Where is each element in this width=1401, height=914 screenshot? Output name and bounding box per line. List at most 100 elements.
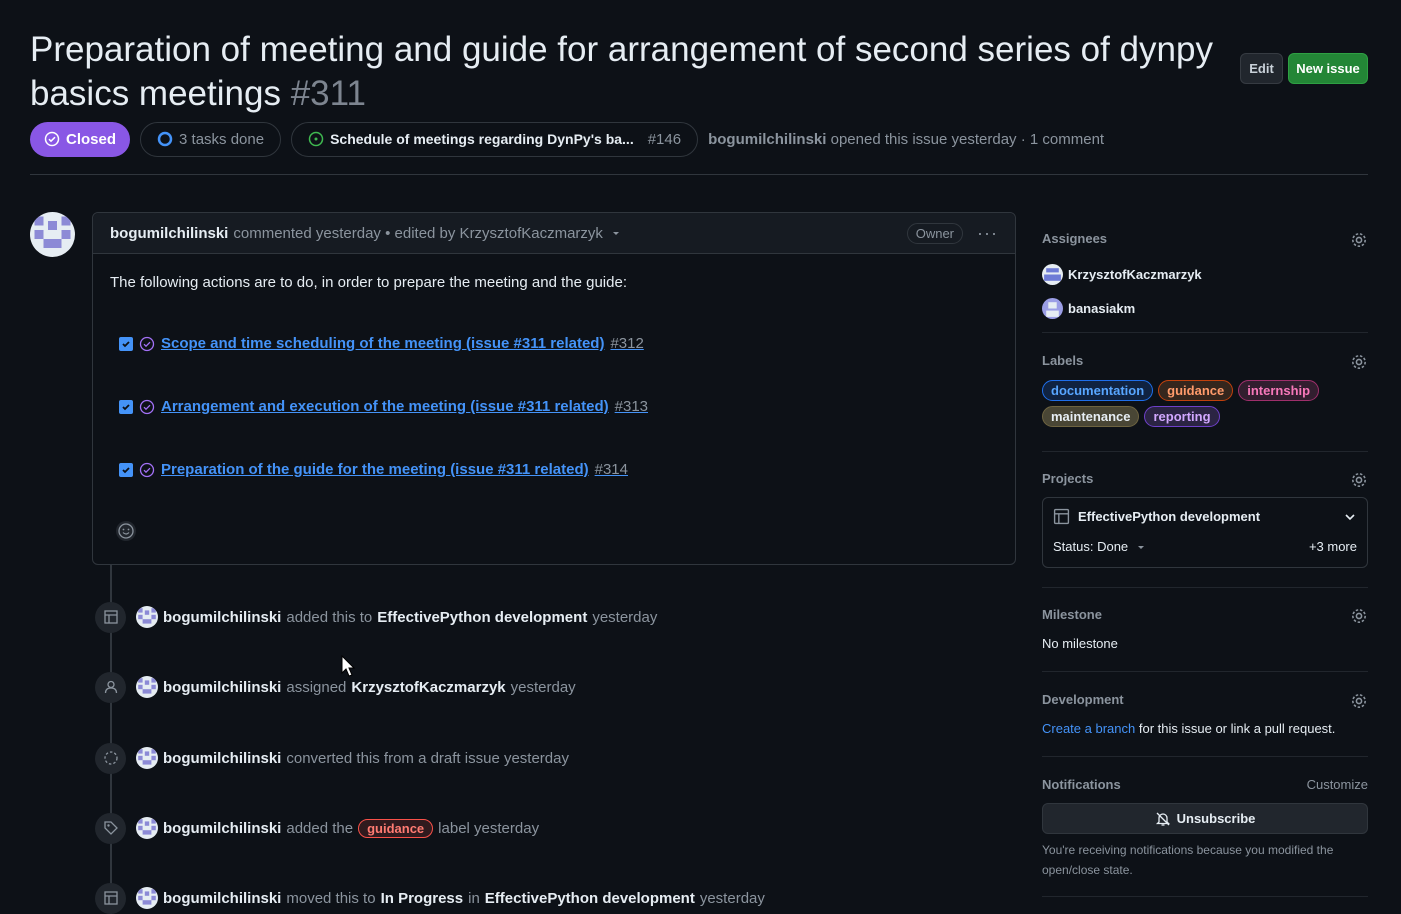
timeline-event: bogumilchilinski converted this from a d… [95, 742, 574, 774]
timeline-event: bogumilchilinski added the guidance labe… [95, 812, 539, 844]
development-text: Create a branch for this issue or link a… [1042, 721, 1336, 736]
owner-badge: Owner [906, 222, 964, 244]
progress-icon [157, 131, 173, 147]
gear-icon[interactable] [1350, 353, 1368, 371]
gear-icon[interactable] [1350, 471, 1368, 489]
milestone-title: Milestone [1042, 607, 1102, 622]
table-icon [1053, 508, 1070, 525]
task-item: Scope and time scheduling of the meeting… [119, 335, 644, 352]
timeline-event: bogumilchilinski added this to Effective… [95, 601, 657, 633]
project-status[interactable]: Status: Done [1053, 539, 1128, 554]
tag-icon [95, 812, 126, 844]
closed-issue-icon [139, 336, 155, 351]
milestone-value: No milestone [1042, 636, 1118, 651]
comment-header: bogumilchilinski commented yesterday • e… [93, 213, 1015, 254]
comment-author[interactable]: bogumilchilinski [110, 225, 228, 242]
task-checkbox[interactable] [119, 336, 133, 351]
labels-section: Labels documentation guidance internship… [1042, 353, 1368, 427]
task-checkbox[interactable] [119, 399, 133, 414]
author-avatar[interactable] [30, 212, 75, 257]
project-row[interactable]: EffectivePython development [1053, 508, 1357, 525]
task-link[interactable]: Arrangement and execution of the meeting… [161, 398, 609, 415]
label-internship[interactable]: internship [1238, 380, 1320, 401]
task-link[interactable]: Preparation of the guide for the meeting… [161, 461, 589, 478]
new-issue-button[interactable]: New issue [1288, 53, 1368, 84]
state-badge: Closed [30, 121, 131, 157]
gear-icon[interactable] [1350, 692, 1368, 710]
customize-link[interactable]: Customize [1307, 777, 1368, 792]
label-maintenance[interactable]: maintenance [1042, 406, 1140, 427]
caret-down-icon[interactable] [1136, 542, 1146, 552]
event-user[interactable]: bogumilchilinski [163, 750, 281, 767]
person-icon [95, 671, 126, 703]
event-assignee-link[interactable]: KrzysztofKaczmarzyk [351, 679, 505, 696]
event-user[interactable]: bogumilchilinski [163, 679, 281, 696]
development-section: Development Create a branch for this iss… [1042, 692, 1368, 736]
development-title: Development [1042, 692, 1124, 707]
avatar [1042, 298, 1063, 319]
unsubscribe-button[interactable]: Unsubscribe [1042, 803, 1368, 834]
projects-title: Projects [1042, 471, 1094, 486]
avatar[interactable] [136, 817, 158, 839]
label-guidance[interactable]: guidance [358, 818, 434, 838]
edit-button[interactable]: Edit [1240, 53, 1283, 84]
divider [1042, 587, 1368, 588]
avatar[interactable] [136, 887, 158, 909]
chevron-down-icon[interactable] [1343, 510, 1357, 524]
mouse-cursor-icon [341, 655, 355, 677]
task-item: Preparation of the guide for the meeting… [119, 461, 628, 478]
label-guidance[interactable]: guidance [1158, 380, 1234, 401]
assignees-section: Assignees KrzysztofKaczmarzyk banasiakm [1042, 231, 1368, 319]
closed-issue-icon [139, 462, 155, 477]
parent-issue-pill[interactable]: Schedule of meetings regarding DynPy's b… [291, 121, 699, 157]
author-link[interactable]: bogumilchilinski [708, 131, 826, 148]
projects-section: Projects EffectivePython development Sta… [1042, 471, 1368, 568]
notification-note: You're receiving notifications because y… [1042, 843, 1334, 877]
task-checkbox[interactable] [119, 462, 133, 477]
smiley-icon[interactable] [115, 520, 137, 542]
event-project-link[interactable]: EffectivePython development [377, 609, 587, 626]
project-more[interactable]: +3 more [1309, 539, 1357, 554]
divider [1042, 451, 1368, 452]
divider [1042, 896, 1368, 897]
tasks-pill[interactable]: 3 tasks done [140, 121, 282, 157]
avatar[interactable] [136, 606, 158, 628]
timeline-event: bogumilchilinski moved this to In Progre… [95, 882, 765, 914]
issue-number: #311 [290, 74, 366, 113]
event-project-link[interactable]: EffectivePython development [485, 890, 695, 907]
assignee-item[interactable]: banasiakm [1042, 298, 1368, 319]
gear-icon[interactable] [1350, 607, 1368, 625]
avatar[interactable] [136, 747, 158, 769]
dashed-circle-icon [95, 742, 126, 774]
open-issue-icon [308, 131, 324, 147]
bell-slash-icon [1155, 812, 1170, 826]
closed-issue-icon [139, 399, 155, 414]
event-user[interactable]: bogumilchilinski [163, 609, 281, 626]
task-item: Arrangement and execution of the meeting… [119, 398, 648, 415]
label-reporting[interactable]: reporting [1144, 406, 1220, 427]
task-link[interactable]: Scope and time scheduling of the meeting… [161, 335, 604, 352]
create-branch-link[interactable]: Create a branch [1042, 721, 1135, 736]
project-card: EffectivePython development Status: Done… [1042, 497, 1368, 568]
labels-title: Labels [1042, 353, 1084, 368]
caret-down-icon[interactable] [611, 228, 621, 238]
assignees-title: Assignees [1042, 231, 1108, 246]
label-documentation[interactable]: documentation [1042, 380, 1154, 401]
assignee-item[interactable]: KrzysztofKaczmarzyk [1042, 264, 1368, 285]
gear-icon[interactable] [1350, 231, 1368, 249]
table-icon [95, 601, 126, 633]
header-divider [30, 174, 1368, 175]
event-user[interactable]: bogumilchilinski [163, 890, 281, 907]
divider [1042, 671, 1368, 672]
event-user[interactable]: bogumilchilinski [163, 820, 281, 837]
avatar[interactable] [136, 676, 158, 698]
issue-title: Preparation of meeting and guide for arr… [30, 30, 1213, 113]
avatar [1042, 264, 1063, 285]
notifications-section: Notifications Customize Unsubscribe You'… [1042, 777, 1368, 880]
event-status: In Progress [380, 889, 464, 907]
divider [1042, 332, 1368, 333]
kebab-menu-icon[interactable]: ··· [977, 223, 998, 244]
labels-list: documentation guidance internship mainte… [1042, 380, 1332, 427]
issue-comment: bogumilchilinski commented yesterday • e… [92, 212, 1016, 565]
divider [1042, 756, 1368, 757]
